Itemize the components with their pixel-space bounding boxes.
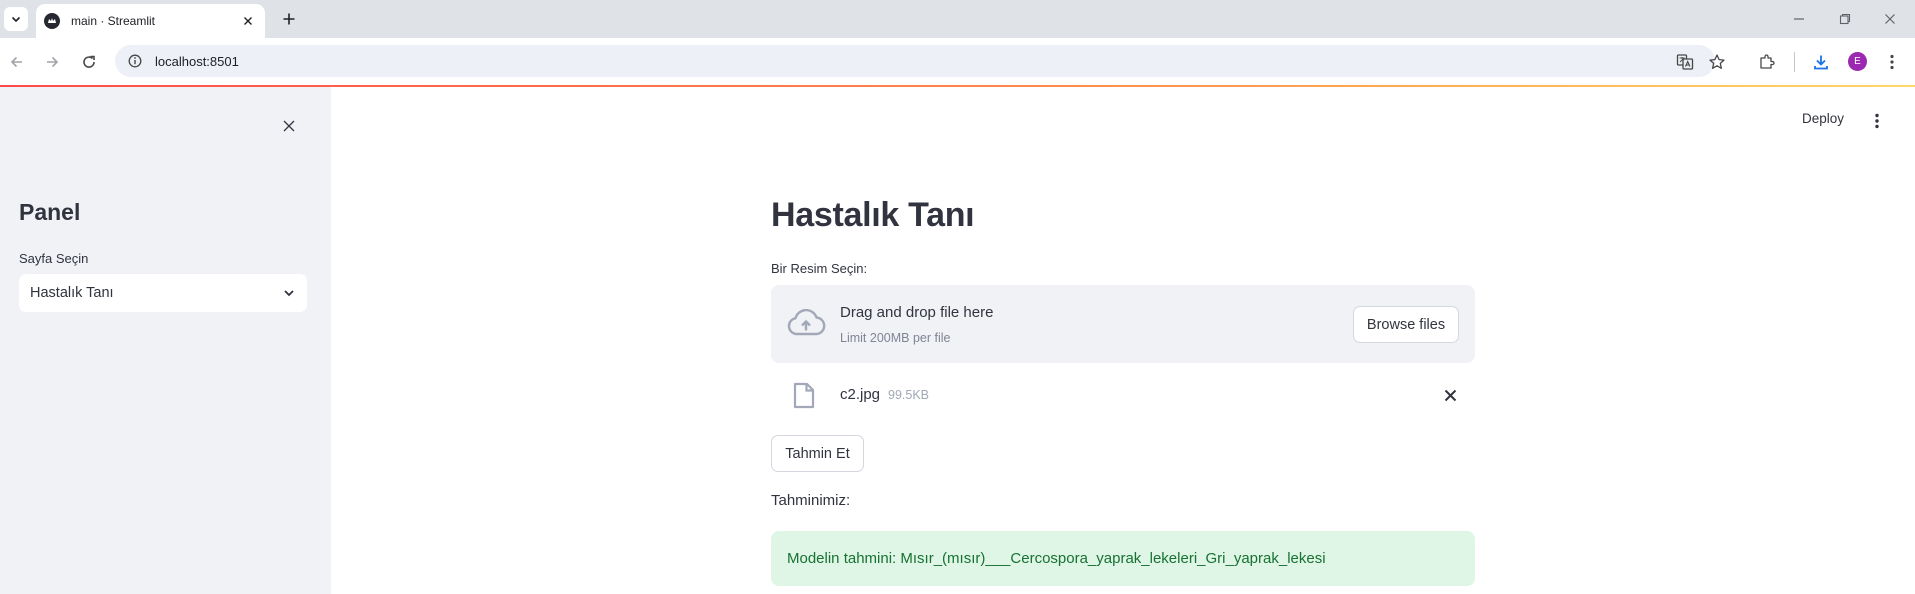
toolbar-separator [1794,52,1795,72]
page-select[interactable]: Hastalık Tanı [19,274,307,312]
profile-avatar[interactable]: E [1848,52,1867,71]
page-title: Hastalık Tanı [771,196,975,234]
tab-title: main · Streamlit [71,14,156,28]
main-menu-button[interactable] [1867,110,1887,132]
reload-button[interactable] [76,49,102,75]
result-label: Tahminimiz: [771,492,851,509]
sidebar-title: Panel [19,199,81,225]
extensions-icon[interactable] [1754,49,1780,75]
browser-toolbar: localhost:8501 E [0,38,1915,85]
arrow-left-icon [10,56,22,68]
sidebar-collapse-button[interactable] [278,115,300,137]
close-icon [1444,389,1456,401]
close-icon [1885,14,1895,24]
deploy-button[interactable]: Deploy [1802,111,1844,126]
cloud-upload-icon [786,305,826,343]
prediction-success-alert: Modelin tahmini: Mısır_(mısır)___Cercosp… [771,531,1475,586]
translate-icon[interactable] [1676,53,1694,71]
downloads-icon[interactable] [1808,49,1834,75]
dropzone-limit: Limit 200MB per file [840,331,951,345]
reload-icon [83,55,95,68]
minimize-button[interactable] [1787,8,1811,30]
close-window-button[interactable] [1878,8,1902,30]
close-icon [283,120,295,132]
more-vertical-icon [1875,113,1879,129]
bookmark-star-icon[interactable] [1708,53,1726,71]
browser-tabstrip: main · Streamlit [0,0,1915,38]
file-size: 99.5KB [888,388,930,402]
back-button[interactable] [4,49,30,75]
forward-button[interactable] [39,49,65,75]
uploaded-file: c2.jpg 99.5KB [771,377,1475,413]
plus-icon [283,13,295,25]
uploader-label: Bir Resim Seçin: [771,261,868,276]
document-icon [791,380,817,410]
chevron-down-icon [284,290,294,297]
address-bar[interactable]: localhost:8501 [115,45,1725,77]
page-select-value: Hastalık Tanı [30,285,114,301]
restore-button[interactable] [1833,8,1857,30]
browser-tab-active[interactable]: main · Streamlit [36,4,265,38]
page-select-label: Sayfa Seçin [19,251,89,266]
url-text: localhost:8501 [155,53,239,69]
restore-icon [1839,13,1851,25]
remove-file-button[interactable] [1439,384,1461,406]
site-info-icon[interactable] [127,53,143,69]
minimize-icon [1794,18,1804,20]
streamlit-crown-icon [44,13,60,29]
file-name: c2.jpg [840,386,881,403]
new-tab-button[interactable] [278,8,300,30]
arrow-right-icon [47,56,59,68]
sidebar: Panel Sayfa Seçin Hastalık Tanı [0,87,331,594]
dropzone-instructions: Drag and drop file here [840,304,994,321]
file-dropzone[interactable]: Drag and drop file here Limit 200MB per … [771,285,1475,363]
predict-button[interactable]: Tahmin Et [771,435,864,472]
browse-files-button[interactable]: Browse files [1353,306,1459,343]
browser-menu-icon[interactable] [1879,49,1905,75]
chevron-down-icon [11,16,21,23]
tab-search-button[interactable] [4,7,28,31]
tab-close-icon[interactable] [239,12,257,30]
